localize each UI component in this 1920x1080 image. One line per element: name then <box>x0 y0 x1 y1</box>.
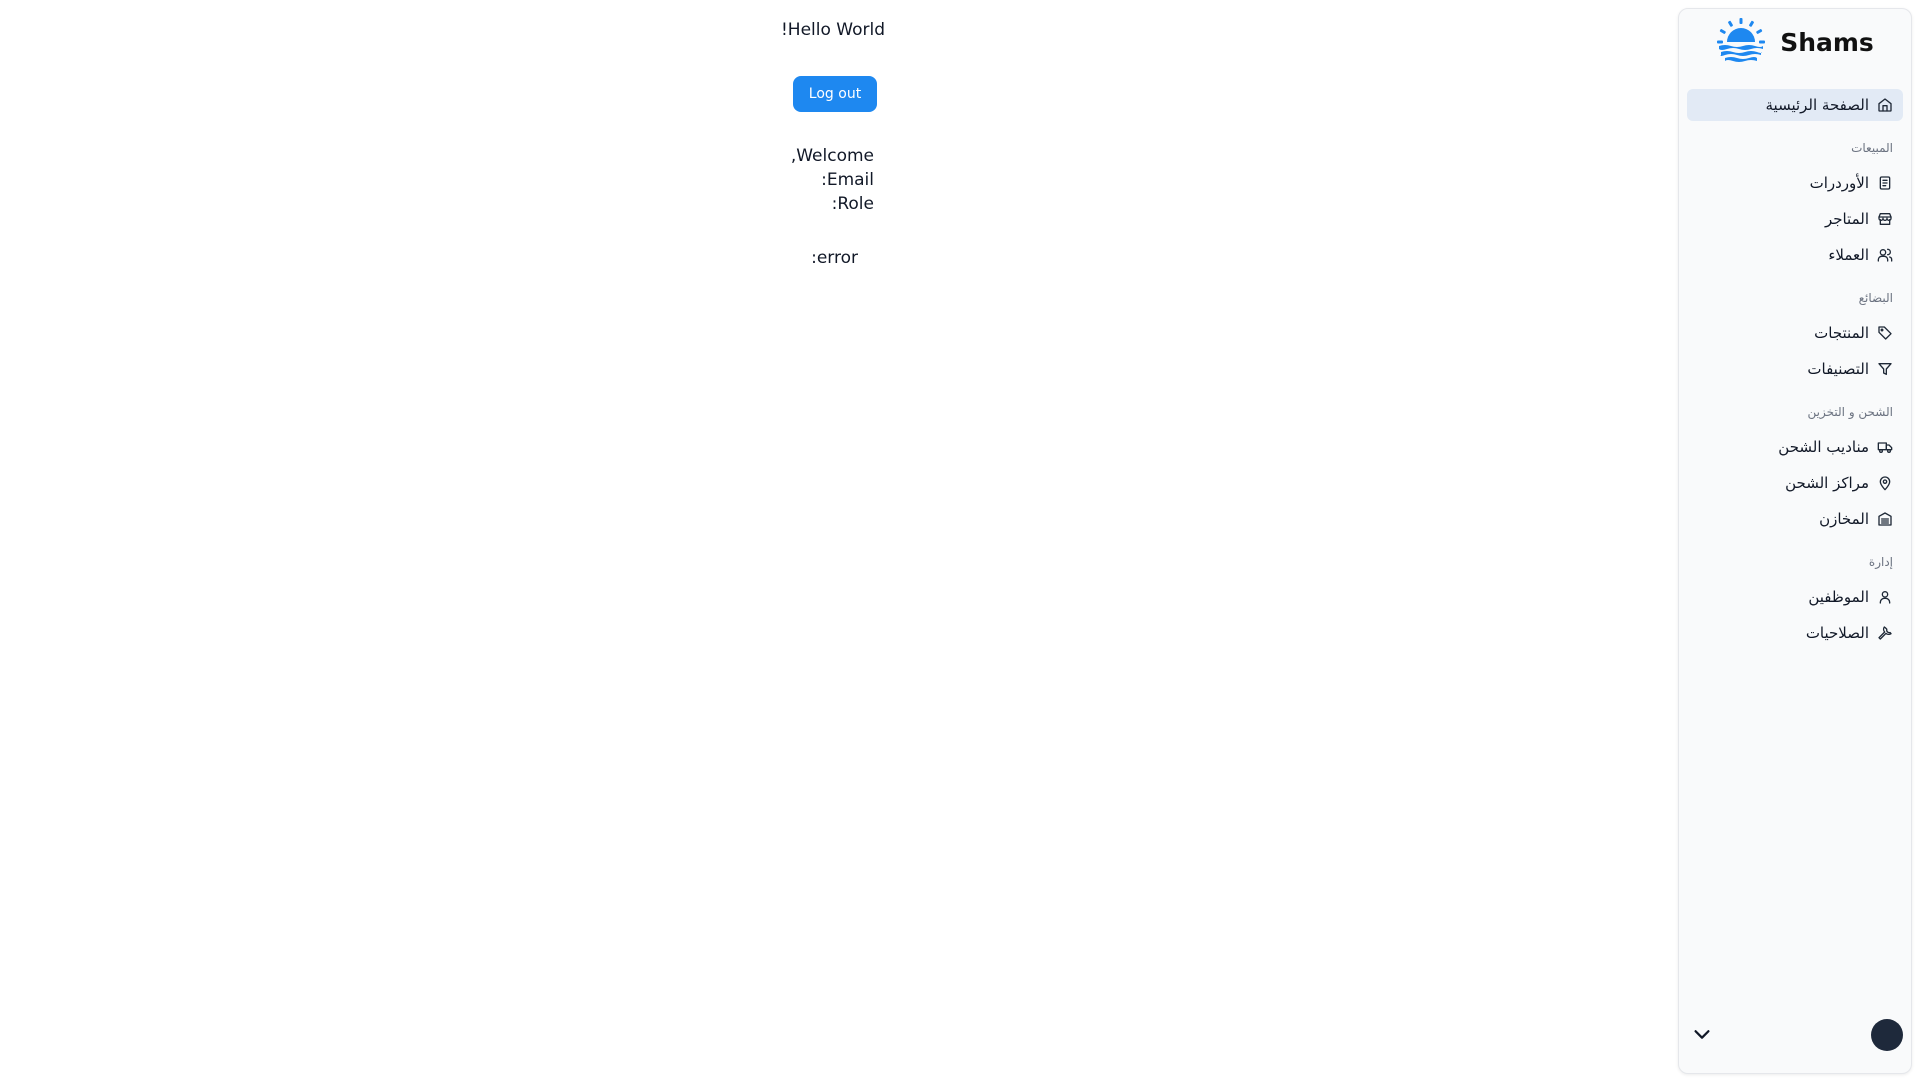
sidebar: Shams الصفحة الرئيسية المبيعات الأوردرات… <box>1678 8 1912 1074</box>
sidebar-item-orders[interactable]: الأوردرات <box>1687 167 1903 199</box>
greeting-text: Hello World! <box>780 20 886 40</box>
avatar[interactable] <box>1871 1019 1903 1051</box>
sidebar-item-home[interactable]: الصفحة الرئيسية <box>1687 89 1903 121</box>
group-label-goods: البضائع <box>1858 291 1893 305</box>
chevron-down-icon[interactable] <box>1689 1023 1713 1047</box>
sidebar-item-couriers[interactable]: مناديب الشحن <box>1687 431 1903 463</box>
sidebar-item-label: المخازن <box>1819 510 1869 528</box>
sidebar-item-label: العملاء <box>1828 246 1869 264</box>
sidebar-item-stores[interactable]: المتاجر <box>1687 203 1903 235</box>
sidebar-item-label: التصنيفات <box>1807 360 1869 378</box>
sidebar-item-label: الصلاحيات <box>1805 624 1869 642</box>
group-label-admin: إدارة <box>1868 555 1893 569</box>
group-label-shipping: الشحن و التخزين <box>1807 405 1893 419</box>
role-text: Role: <box>831 194 874 214</box>
main-content: Hello World! Log out Welcome, Email: Rol… <box>0 0 1672 1080</box>
document-icon <box>1877 175 1893 191</box>
sidebar-item-shipping-centers[interactable]: مراكز الشحن <box>1687 467 1903 499</box>
sidebar-item-employees[interactable]: الموظفين <box>1687 581 1903 613</box>
wrench-icon <box>1877 625 1893 641</box>
sidebar-item-categories[interactable]: التصنيفات <box>1687 353 1903 385</box>
sidebar-item-label: مناديب الشحن <box>1778 438 1869 456</box>
brand-name: Shams <box>1780 27 1874 57</box>
filter-icon <box>1877 361 1893 377</box>
sidebar-item-permissions[interactable]: الصلاحيات <box>1687 617 1903 649</box>
group-label-sales: المبيعات <box>1851 141 1893 155</box>
sidebar-item-label: مراكز الشحن <box>1785 474 1869 492</box>
sidebar-item-label: المتاجر <box>1824 210 1869 228</box>
sidebar-item-label: الصفحة الرئيسية <box>1765 96 1870 114</box>
email-text: Email: <box>821 170 874 190</box>
welcome-text: Welcome, <box>790 146 874 166</box>
sidebar-nav: الصفحة الرئيسية المبيعات الأوردرات المتا… <box>1687 89 1903 653</box>
sidebar-footer <box>1679 1019 1911 1053</box>
sidebar-item-products[interactable]: المنتجات <box>1687 317 1903 349</box>
sidebar-item-label: المنتجات <box>1814 324 1869 342</box>
users-icon <box>1877 247 1893 263</box>
logout-button[interactable]: Log out <box>793 76 877 112</box>
store-icon <box>1877 211 1893 227</box>
home-icon <box>1877 97 1893 113</box>
sidebar-item-label: الأوردرات <box>1809 174 1869 192</box>
sidebar-item-warehouses[interactable]: المخازن <box>1687 503 1903 535</box>
brand[interactable]: Shams <box>1679 17 1911 67</box>
tag-icon <box>1877 325 1893 341</box>
sun-logo-icon <box>1717 18 1766 62</box>
warehouse-icon <box>1877 511 1893 527</box>
user-info: Welcome, Email: Role: <box>760 144 874 216</box>
map-pin-icon <box>1877 475 1893 491</box>
error-text: error: <box>811 248 858 268</box>
truck-icon <box>1877 439 1893 455</box>
sidebar-item-customers[interactable]: العملاء <box>1687 239 1903 271</box>
user-icon <box>1877 589 1893 605</box>
sidebar-item-label: الموظفين <box>1808 588 1869 606</box>
